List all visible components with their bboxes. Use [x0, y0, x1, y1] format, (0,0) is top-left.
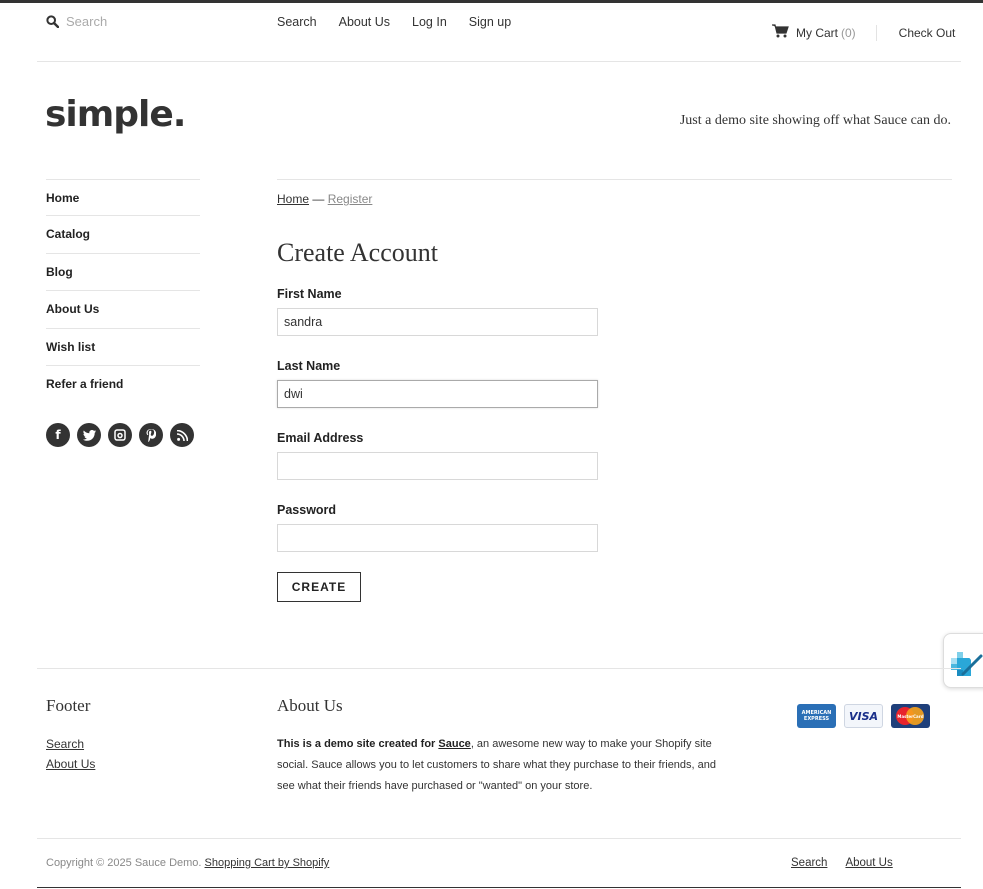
social-links: f	[46, 423, 194, 447]
breadcrumb-current-link[interactable]: Register	[328, 192, 373, 206]
about-heading: About Us	[277, 696, 343, 715]
last-name-label: Last Name	[277, 359, 341, 373]
breadcrumb-separator: —	[309, 192, 328, 206]
cart-count: (0)	[841, 25, 856, 40]
visa-label: VISA	[848, 709, 879, 723]
my-cart-link[interactable]: My Cart (0)	[796, 26, 856, 40]
content-divider	[277, 179, 952, 180]
top-border	[0, 0, 983, 3]
first-name-label: First Name	[277, 287, 342, 301]
bottom-links: Search About Us	[791, 857, 893, 869]
email-field[interactable]	[277, 452, 598, 480]
breadcrumb-home-link[interactable]: Home	[277, 192, 309, 206]
sidebar-item-blog[interactable]: Blog	[46, 254, 200, 292]
site-logo[interactable]: simple.	[45, 94, 186, 135]
nav-login-link[interactable]: Log In	[412, 15, 447, 29]
cart-area: My Cart (0) Check Out	[772, 24, 955, 41]
footer-search-link[interactable]: Search	[46, 734, 95, 754]
create-button[interactable]: CREATE	[277, 572, 361, 602]
cart-divider	[875, 24, 877, 41]
accessibility-widget[interactable]	[943, 633, 983, 688]
copyright: Copyright © 2025 Sauce Demo. Shopping Ca…	[46, 857, 329, 869]
shopify-link[interactable]: Shopping Cart by Shopify	[205, 857, 330, 869]
sidebar-item-home[interactable]: Home	[46, 179, 200, 217]
mastercard-icon: MasterCard	[891, 704, 930, 728]
cart-label: My Cart	[796, 25, 838, 40]
first-name-field[interactable]	[277, 308, 598, 336]
instagram-icon[interactable]	[108, 423, 132, 447]
header-divider	[37, 61, 961, 62]
password-field[interactable]	[277, 524, 598, 552]
bottom-border	[37, 887, 961, 888]
email-label: Email Address	[277, 431, 364, 445]
site-tagline: Just a demo site showing off what Sauce …	[679, 113, 951, 128]
password-label: Password	[277, 503, 337, 517]
page-title: Create Account	[277, 238, 438, 267]
nav-search-link[interactable]: Search	[277, 15, 317, 29]
rss-icon[interactable]	[170, 423, 194, 447]
payment-cards: AMERICAN EXPRESS VISA MasterCard	[797, 704, 930, 728]
top-nav: Search About Us Log In Sign up	[277, 15, 511, 29]
sidebar-nav: Home Catalog Blog About Us Wish list Ref…	[46, 179, 200, 403]
facebook-icon[interactable]: f	[46, 423, 70, 447]
checkout-link[interactable]: Check Out	[899, 26, 956, 40]
sidebar-item-catalog[interactable]: Catalog	[46, 216, 200, 254]
bottom-about-link[interactable]: About Us	[845, 857, 892, 869]
amex-card-icon: AMERICAN EXPRESS	[797, 704, 836, 728]
copyright-text: Copyright © 2025 Sauce Demo.	[46, 857, 205, 869]
visa-card-icon: VISA	[844, 704, 883, 728]
amex-label: AMERICAN EXPRESS	[801, 710, 832, 722]
nav-signup-link[interactable]: Sign up	[469, 15, 511, 29]
twitter-icon[interactable]	[77, 423, 101, 447]
sidebar-item-wish-list[interactable]: Wish list	[46, 329, 200, 366]
cart-icon[interactable]	[772, 24, 789, 41]
footer-divider	[37, 668, 961, 669]
sauce-link[interactable]: Sauce	[438, 738, 470, 750]
about-text: This is a demo site created for Sauce, a…	[277, 734, 727, 797]
search-input[interactable]	[66, 14, 216, 29]
sidebar-item-about-us[interactable]: About Us	[46, 291, 200, 329]
search-icon[interactable]	[46, 14, 60, 29]
hand-wave-icon	[951, 644, 983, 676]
bottom-search-link[interactable]: Search	[791, 857, 827, 869]
nav-about-link[interactable]: About Us	[339, 15, 390, 29]
mastercard-label: MasterCard	[897, 713, 924, 719]
breadcrumb: Home — Register	[277, 192, 372, 206]
pinterest-icon[interactable]	[139, 423, 163, 447]
header-search	[46, 14, 216, 29]
sidebar-item-refer-a-friend[interactable]: Refer a friend	[46, 366, 200, 403]
about-lead: This is a demo site created for	[277, 738, 439, 750]
footer-links: Search About Us	[46, 734, 95, 774]
copyright-divider	[37, 838, 961, 839]
footer-heading: Footer	[46, 696, 91, 715]
footer-about-link[interactable]: About Us	[46, 754, 95, 774]
last-name-field[interactable]	[277, 380, 598, 408]
